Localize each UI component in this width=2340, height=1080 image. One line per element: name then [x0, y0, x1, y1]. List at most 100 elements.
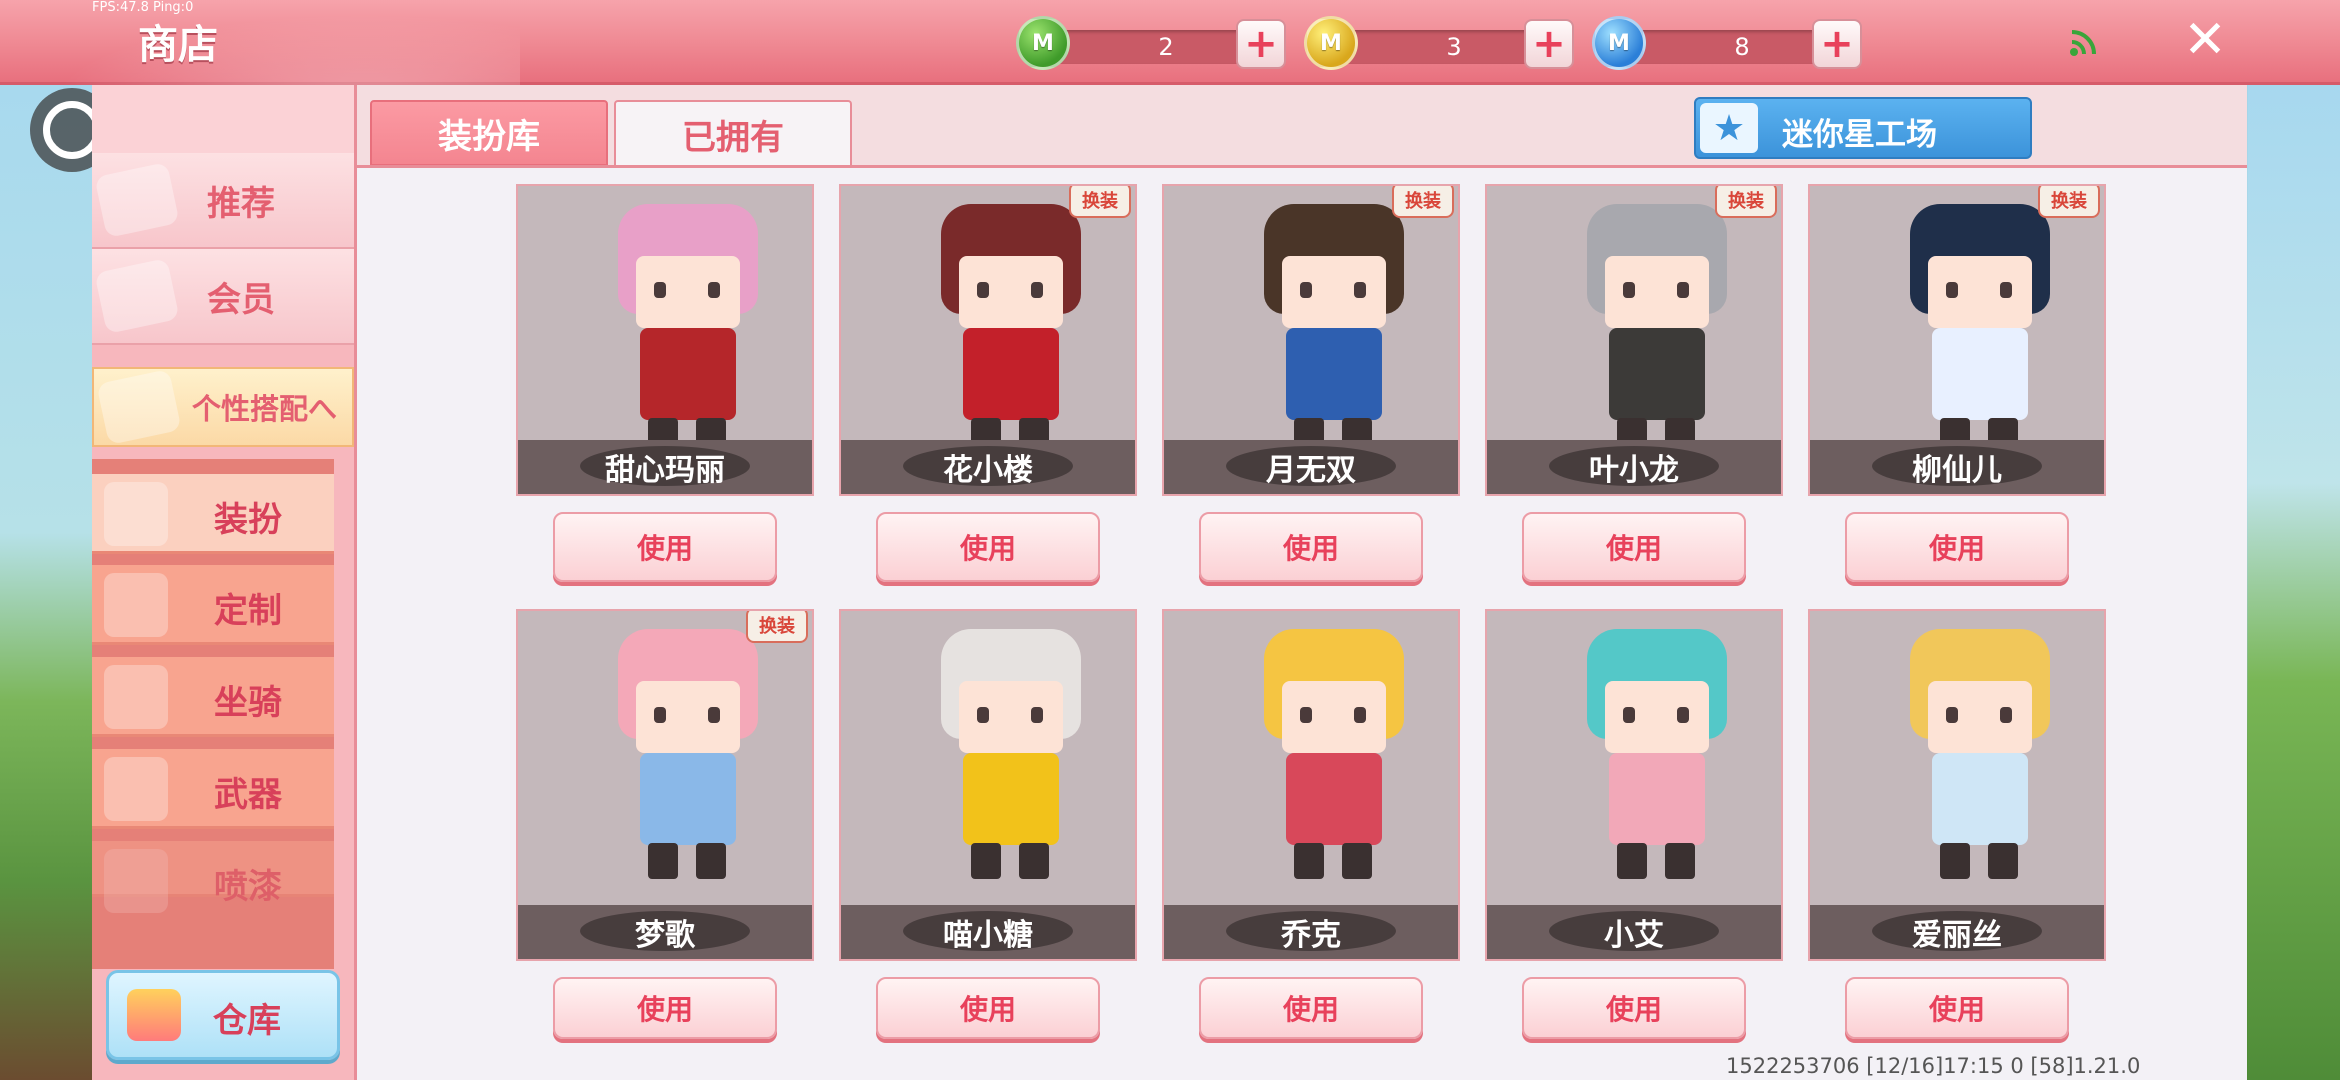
currency-value: 3 — [1446, 33, 1462, 61]
use-skin-button[interactable]: 使用 — [876, 977, 1100, 1039]
character-eye — [1623, 282, 1635, 298]
skin-name-bar: 花小楼 — [841, 440, 1135, 494]
use-skin-button[interactable]: 使用 — [553, 977, 777, 1039]
skin-character-figure — [1870, 621, 2050, 879]
sidebar-item-personal-style[interactable]: 个性搭配へ — [92, 367, 354, 447]
skin-name: 叶小龙 — [1589, 453, 1679, 488]
sidebar-item-vip[interactable]: 会员 — [92, 249, 354, 345]
character-face — [1605, 681, 1709, 753]
skin-name: 喵小糖 — [943, 918, 1033, 953]
skin-name: 月无双 — [1266, 453, 1356, 488]
character-eye — [1677, 707, 1689, 723]
sidebar-subitem-outfit[interactable]: 装扮 — [92, 474, 334, 554]
character-face — [636, 256, 740, 328]
character-eye — [1031, 707, 1043, 723]
currency-gold: M 3 + — [1304, 16, 1574, 72]
sidebar-item-recommend[interactable]: 推荐 — [92, 153, 354, 249]
skin-name: 乔克 — [1281, 918, 1341, 953]
skin-name-bar: 叶小龙 — [1487, 440, 1781, 494]
skin-card[interactable]: 换装梦歌 — [516, 609, 814, 961]
character-leg — [696, 843, 726, 879]
skin-card[interactable]: 喵小糖 — [839, 609, 1137, 961]
blue-m-coin-icon: M — [1592, 16, 1646, 70]
skin-name-bar: 爱丽丝 — [1810, 905, 2104, 959]
tab-wardrobe[interactable]: 装扮库 — [370, 100, 608, 166]
sidebar-subitem-mount[interactable]: 坐骑 — [92, 657, 334, 737]
skin-name-bar: 甜心玛丽 — [518, 440, 812, 494]
skin-card[interactable]: 换装 月无双 — [1162, 184, 1460, 496]
tab-owned[interactable]: 已拥有 — [614, 100, 852, 166]
use-skin-button[interactable]: 使用 — [1522, 512, 1746, 582]
skin-name: 梦歌 — [635, 918, 695, 953]
add-blue-coin-button[interactable]: + — [1812, 19, 1862, 69]
warehouse-button[interactable]: 仓库 — [106, 970, 340, 1060]
skin-card[interactable]: 甜心玛丽 — [516, 184, 814, 496]
change-outfit-badge: 换装 — [746, 611, 808, 643]
use-skin-button[interactable]: 使用 — [1845, 512, 2069, 582]
character-eye — [654, 282, 666, 298]
skin-card[interactable]: 换装 花小楼 — [839, 184, 1137, 496]
thumbs-up-icon — [94, 161, 180, 239]
skin-card[interactable]: 换装 叶小龙 — [1485, 184, 1783, 496]
character-eye — [1354, 282, 1366, 298]
skin-name: 甜心玛丽 — [605, 453, 725, 488]
close-icon[interactable]: ✕ — [2180, 14, 2230, 66]
skin-name: 小艾 — [1604, 918, 1664, 953]
use-skin-button[interactable]: 使用 — [553, 512, 777, 582]
skin-card[interactable]: 乔克 — [1162, 609, 1460, 961]
currency-value: 2 — [1158, 33, 1174, 61]
chest-icon — [127, 989, 181, 1041]
skin-card[interactable]: 换装 柳仙儿 — [1808, 184, 2106, 496]
skin-card[interactable]: 小艾 — [1485, 609, 1783, 961]
sidebar-header — [92, 85, 354, 163]
vip-card-icon — [94, 257, 180, 335]
game-world-background-left — [0, 85, 100, 1080]
use-skin-button[interactable]: 使用 — [876, 512, 1100, 582]
character-eye — [2000, 282, 2012, 298]
character-outfit — [963, 753, 1059, 845]
gold-m-coin-icon: M — [1304, 16, 1358, 70]
character-leg — [1940, 843, 1970, 879]
green-m-coin-icon: M — [1016, 16, 1070, 70]
shirt-icon — [104, 482, 168, 546]
sidebar-subitem-weapon[interactable]: 武器 — [92, 749, 334, 829]
currency-value: 8 — [1734, 33, 1750, 61]
skin-name-bar: 月无双 — [1164, 440, 1458, 494]
use-skin-button[interactable]: 使用 — [1199, 512, 1423, 582]
character-outfit — [1609, 328, 1705, 420]
character-eye — [1300, 707, 1312, 723]
character-outfit — [1286, 328, 1382, 420]
skin-character-figure — [901, 621, 1081, 879]
character-eye — [1946, 282, 1958, 298]
sidebar-subitem-spray[interactable]: 喷漆 — [92, 841, 334, 913]
skin-name-bar: 小艾 — [1487, 905, 1781, 959]
use-skin-button[interactable]: 使用 — [1845, 977, 2069, 1039]
use-skin-button[interactable]: 使用 — [1522, 977, 1746, 1039]
mini-workshop-button[interactable]: ★ 迷你星工场 — [1694, 97, 2032, 159]
add-gold-coin-button[interactable]: + — [1524, 19, 1574, 69]
character-eye — [1623, 707, 1635, 723]
skin-card[interactable]: 爱丽丝 — [1808, 609, 2106, 961]
skin-name: 柳仙儿 — [1912, 453, 2002, 488]
character-leg — [648, 843, 678, 879]
use-skin-button[interactable]: 使用 — [1199, 977, 1423, 1039]
add-green-coin-button[interactable]: + — [1236, 19, 1286, 69]
character-face — [636, 681, 740, 753]
skin-name-bar: 柳仙儿 — [1810, 440, 2104, 494]
sidebar-item-label: 坐骑 — [214, 683, 282, 723]
sidebar-item-label: 武器 — [214, 775, 282, 815]
skin-name-bar: 乔克 — [1164, 905, 1458, 959]
character-outfit — [640, 753, 736, 845]
skin-name-bar: 喵小糖 — [841, 905, 1135, 959]
skin-character-figure — [901, 196, 1081, 454]
character-face — [959, 256, 1063, 328]
skin-character-figure — [578, 196, 758, 454]
sidebar-subitem-custom[interactable]: 定制 — [92, 565, 334, 645]
sidebar-item-label: 定制 — [214, 591, 282, 631]
character-face — [1282, 681, 1386, 753]
skin-name: 花小楼 — [943, 453, 1033, 488]
shop-sidebar: 推荐 会员 个性搭配へ 装扮 定制 坐骑 武器 喷漆 仓库 — [92, 85, 357, 1080]
skin-name: 爱丽丝 — [1912, 918, 2002, 953]
game-world-background-right — [2248, 85, 2340, 1080]
character-face — [1928, 681, 2032, 753]
